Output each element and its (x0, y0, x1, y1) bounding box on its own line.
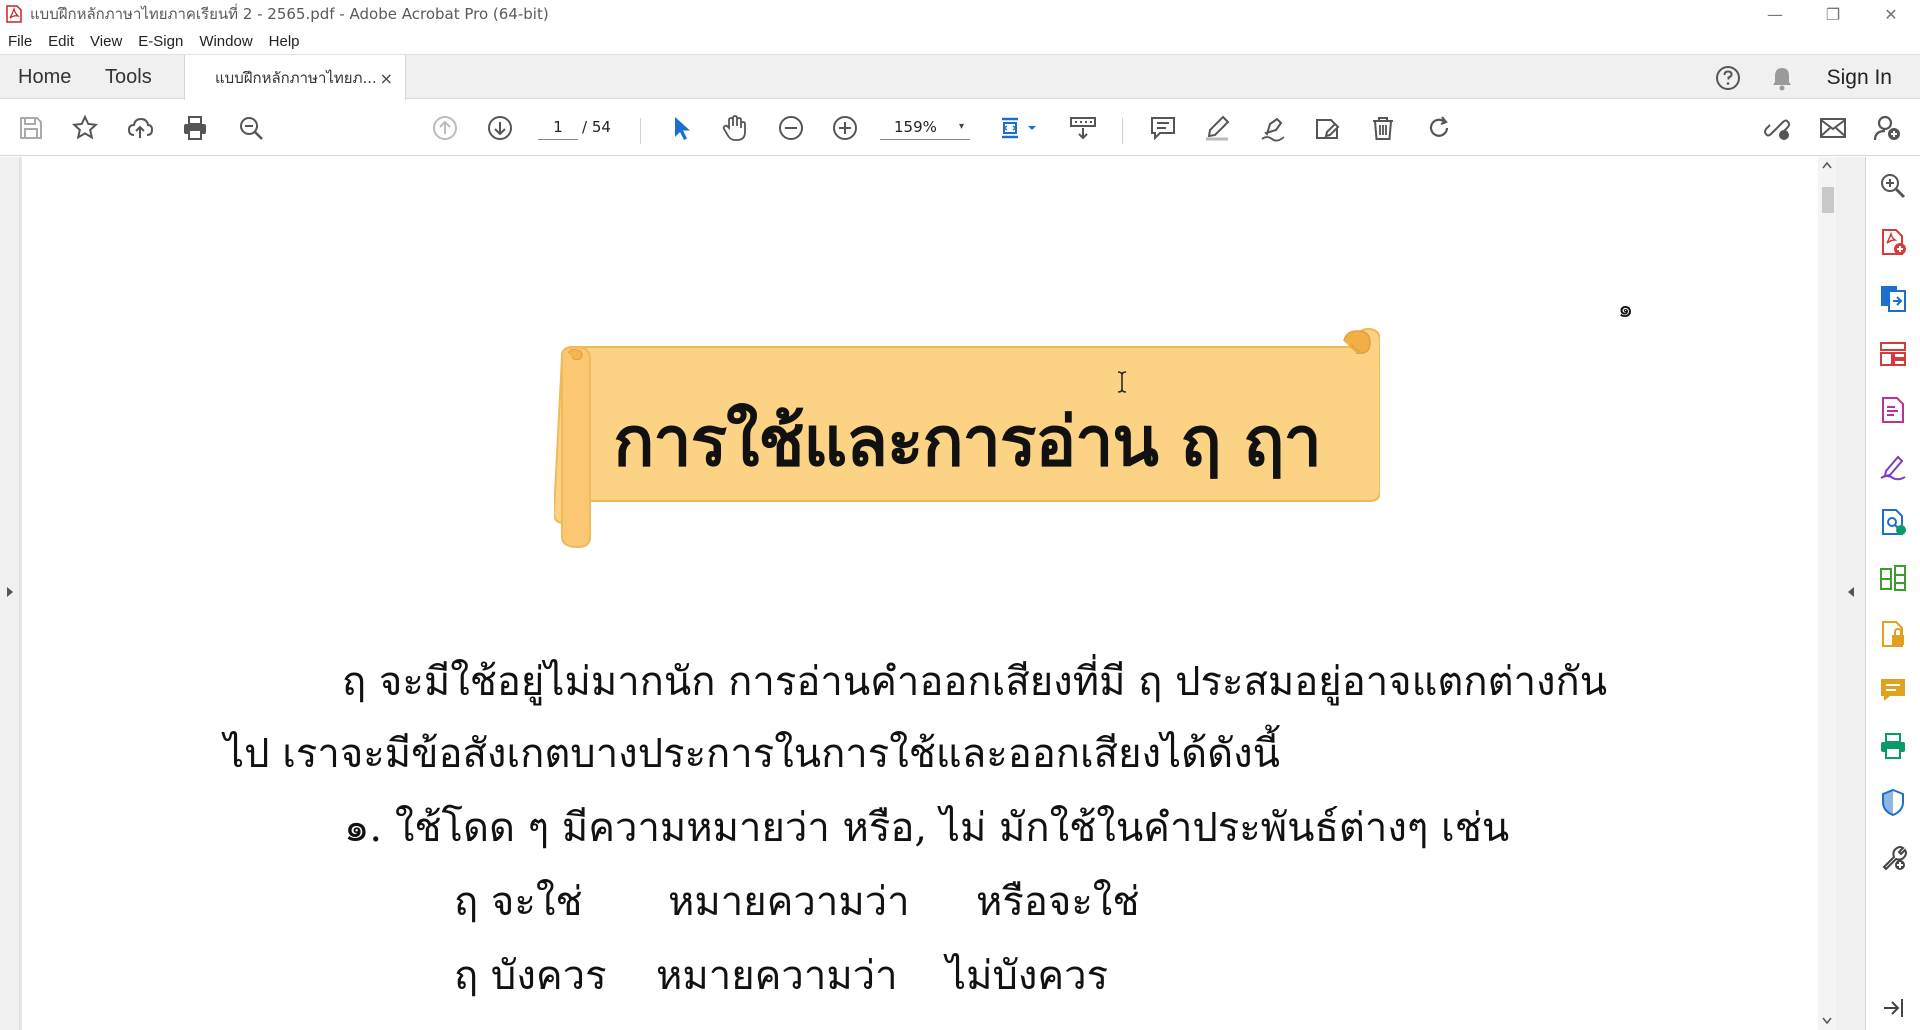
zoom-in-icon[interactable] (830, 113, 860, 143)
menu-file[interactable]: File (8, 33, 32, 50)
left-panel-toggle[interactable] (0, 157, 20, 1030)
print-icon[interactable] (180, 113, 210, 143)
collapse-tools-pane-icon[interactable] (1878, 993, 1908, 1023)
more-tools-wrench-icon[interactable] (1878, 843, 1908, 873)
minimize-button[interactable]: — (1746, 0, 1804, 28)
paragraph-line-1: ฤ จะมีใช้อยู่ไม่มากนัก การอ่านคำออกเสียง… (342, 659, 1608, 705)
tab-bar: Home Tools แบบฝึกหลักภาษาไทยภ... × Sign … (0, 54, 1920, 101)
document-title: การใช้และการอ่าน ฤ ฤา (613, 403, 1322, 482)
close-window-button[interactable]: ✕ (1862, 0, 1920, 28)
help-icon[interactable] (1713, 63, 1743, 93)
page-number-input[interactable]: 1 (538, 114, 578, 140)
bookmark-star-icon[interactable] (70, 113, 100, 143)
edit-pdf-icon[interactable] (1878, 395, 1908, 425)
tab-home[interactable]: Home (18, 55, 71, 100)
zoom-value: 159% (894, 118, 937, 136)
right-tools-bar (1866, 157, 1920, 1030)
scroll-down-icon[interactable] (1822, 1017, 1832, 1025)
page-view-icon[interactable] (998, 113, 1042, 143)
protect-scan-icon[interactable] (1878, 619, 1908, 649)
print-production-icon[interactable] (1878, 731, 1908, 761)
share-link-icon[interactable] (1762, 113, 1792, 143)
tabbar-right-group: Sign In (1713, 55, 1920, 100)
page-total: / 54 (582, 118, 611, 136)
menu-help[interactable]: Help (269, 33, 300, 50)
paragraph-line-3: ๑. ใช้โดด ๆ มีความหมายว่า หรือ, ไม่ มักใ… (344, 805, 1510, 851)
search-zoom-icon[interactable] (236, 113, 266, 143)
vertical-scrollbar[interactable] (1818, 157, 1836, 1030)
rotate-icon[interactable] (1424, 113, 1454, 143)
menu-view[interactable]: View (90, 33, 122, 50)
organize-pages-icon[interactable] (1878, 339, 1908, 369)
document-tab-label: แบบฝึกหลักภาษาไทยภ... (215, 69, 375, 87)
sign-in-button[interactable]: Sign In (1827, 66, 1892, 90)
email-icon[interactable] (1818, 113, 1848, 143)
window-title: แบบฝึกหลักภาษาไทยภาคเรียนที่ 2 - 2565.pd… (30, 5, 549, 23)
zoom-out-icon[interactable] (776, 113, 806, 143)
fill-sign-icon[interactable] (1878, 451, 1908, 481)
highlight-pen-icon[interactable] (1202, 113, 1232, 143)
expand-left-pane-icon[interactable] (5, 585, 15, 599)
menu-esign[interactable]: E-Sign (138, 33, 183, 50)
scroll-mode-icon[interactable] (1068, 113, 1098, 143)
example-2-meaning-label: หมายความว่า (656, 953, 898, 999)
hand-tool-icon[interactable] (720, 113, 750, 143)
previous-page-icon[interactable] (430, 113, 460, 143)
window-controls: — ❐ ✕ (1746, 0, 1920, 28)
share-user-icon[interactable] (1872, 113, 1902, 143)
menu-bar: File Edit View E-Sign Window Help (0, 28, 1920, 54)
right-pane-collapse[interactable] (1836, 157, 1866, 1030)
notifications-bell-icon[interactable] (1767, 63, 1797, 93)
next-page-icon[interactable] (485, 113, 515, 143)
toolbar-separator (1122, 118, 1123, 144)
example-1-word: ฤ จะใช่ (454, 879, 583, 925)
menu-edit[interactable]: Edit (48, 33, 74, 50)
example-1-meaning-label: หมายความว่า (668, 879, 910, 925)
text-cursor-icon (1116, 370, 1128, 399)
compare-files-icon[interactable] (1878, 563, 1908, 593)
tab-document[interactable]: แบบฝึกหลักภาษาไทยภ... × (184, 55, 406, 101)
create-pdf-icon[interactable] (1878, 227, 1908, 257)
menu-window[interactable]: Window (199, 33, 252, 50)
select-arrow-icon[interactable] (666, 113, 696, 143)
example-2-word: ฤ บังควร (454, 953, 607, 999)
zoom-dropdown[interactable]: 159% ▾ (880, 114, 970, 140)
delete-trash-icon[interactable] (1368, 113, 1398, 143)
example-1-meaning: หรือจะใช่ (976, 879, 1140, 925)
acrobat-app-icon (6, 5, 22, 23)
collapse-right-pane-icon[interactable] (1846, 585, 1856, 599)
send-for-review-icon[interactable] (1878, 507, 1908, 537)
page-number-label: ๑ (1618, 295, 1634, 323)
stamp-edit-icon[interactable] (1312, 113, 1342, 143)
title-bar: แบบฝึกหลักภาษาไทยภาคเรียนที่ 2 - 2565.pd… (0, 0, 1920, 28)
export-pdf-icon[interactable] (1878, 283, 1908, 313)
scroll-up-icon[interactable] (1822, 161, 1832, 169)
paragraph-line-2: ไป เราจะมีข้อสังเกตบางประการในการใช้และอ… (224, 731, 1280, 777)
pdf-page: ๑ การใช้และการอ่าน ฤ ฤา ฤ จะมีใช้อยู่ไม่… (22, 157, 1818, 1030)
close-tab-button[interactable]: × (380, 69, 393, 88)
example-2-meaning: ไม่บังควร (946, 953, 1109, 999)
restore-button[interactable]: ❐ (1804, 0, 1862, 28)
protect-shield-icon[interactable] (1878, 787, 1908, 817)
scrollbar-thumb[interactable] (1822, 187, 1834, 213)
comment-tool-icon[interactable] (1878, 675, 1908, 705)
toolbar-separator (640, 118, 641, 144)
save-icon[interactable] (16, 113, 46, 143)
comment-icon[interactable] (1148, 113, 1178, 143)
tab-tools[interactable]: Tools (105, 55, 152, 100)
draw-pen-icon[interactable] (1258, 113, 1288, 143)
zoom-search-icon[interactable] (1878, 171, 1908, 201)
chevron-down-icon: ▾ (958, 121, 964, 132)
upload-cloud-icon[interactable] (125, 113, 155, 143)
